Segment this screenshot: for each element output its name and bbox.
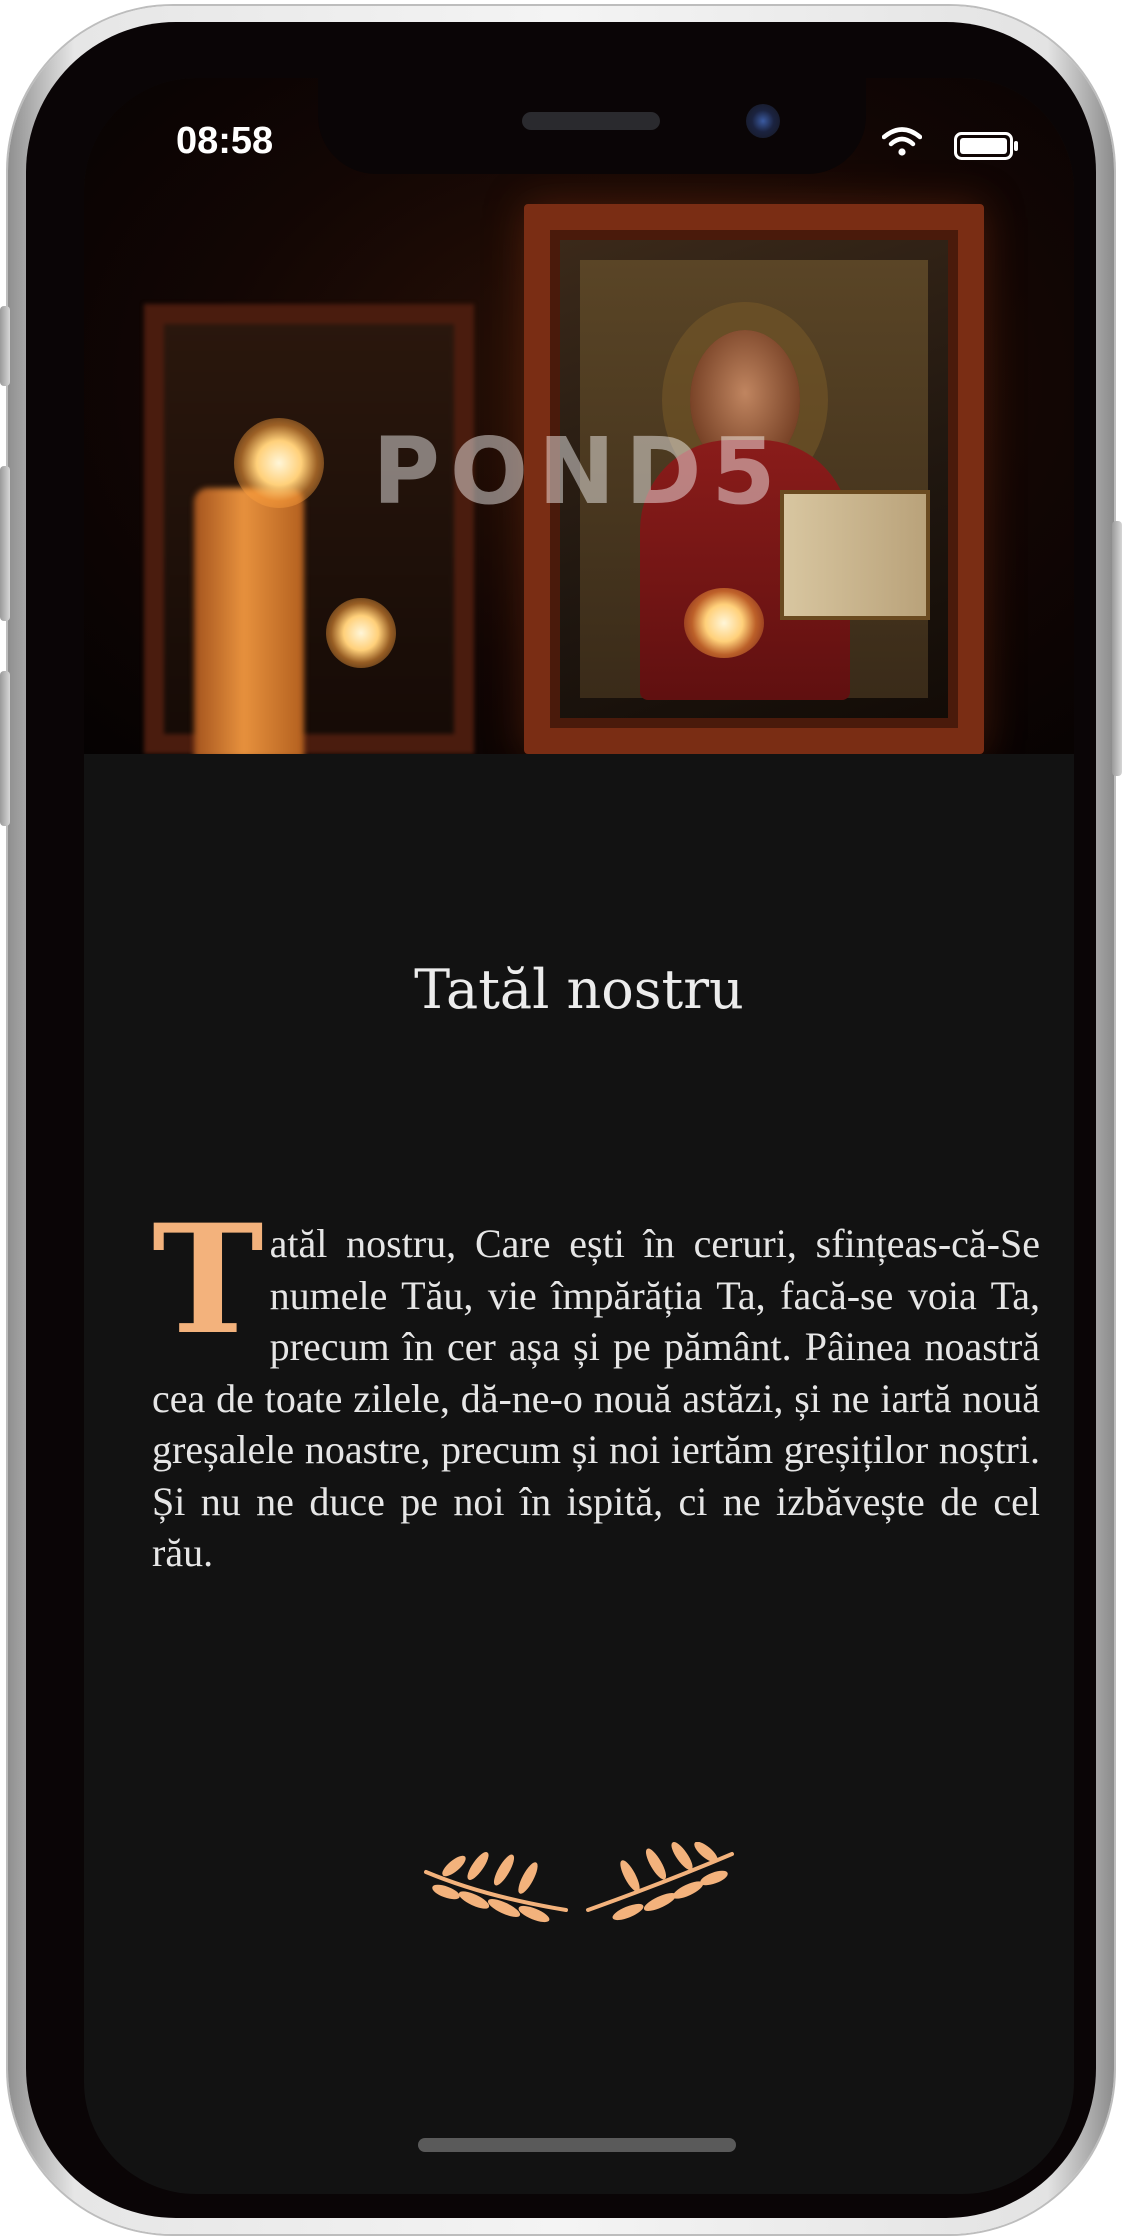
candle (194, 488, 304, 754)
home-indicator[interactable] (418, 2138, 736, 2152)
prayer-text: Tatăl nostru, Care ești în ceruri, sfinț… (152, 1192, 1040, 1579)
candle-flame-reflection (684, 588, 764, 658)
laurel-branches-icon (424, 1842, 734, 1923)
watermark: POND5 (372, 418, 786, 525)
front-camera (746, 104, 780, 138)
mute-switch (0, 306, 10, 386)
drop-cap: T (152, 1192, 264, 1368)
phone-bezel: POND5 08:58 Tatăl nostru T atăl nostru, … (26, 22, 1096, 2218)
power-button (1112, 521, 1122, 776)
app-screen: POND5 08:58 Tatăl nostru T atăl nostru, … (84, 78, 1074, 2194)
phone-frame: POND5 08:58 Tatăl nostru T atăl nostru, … (0, 6, 1122, 2234)
volume-down-button (0, 671, 10, 826)
battery-icon (954, 132, 1018, 160)
prayer-title: Tatăl nostru (414, 958, 744, 1021)
wifi-icon (882, 127, 922, 156)
speaker (522, 112, 660, 130)
status-time: 08:58 (176, 120, 274, 162)
notch (318, 78, 866, 174)
volume-up-button (0, 466, 10, 621)
prayer-body: atăl nostru, Care ești în ceruri, sfințe… (152, 1221, 1040, 1575)
candle-flame-reflection (326, 598, 396, 668)
status-bar: 08:58 (84, 78, 1074, 198)
